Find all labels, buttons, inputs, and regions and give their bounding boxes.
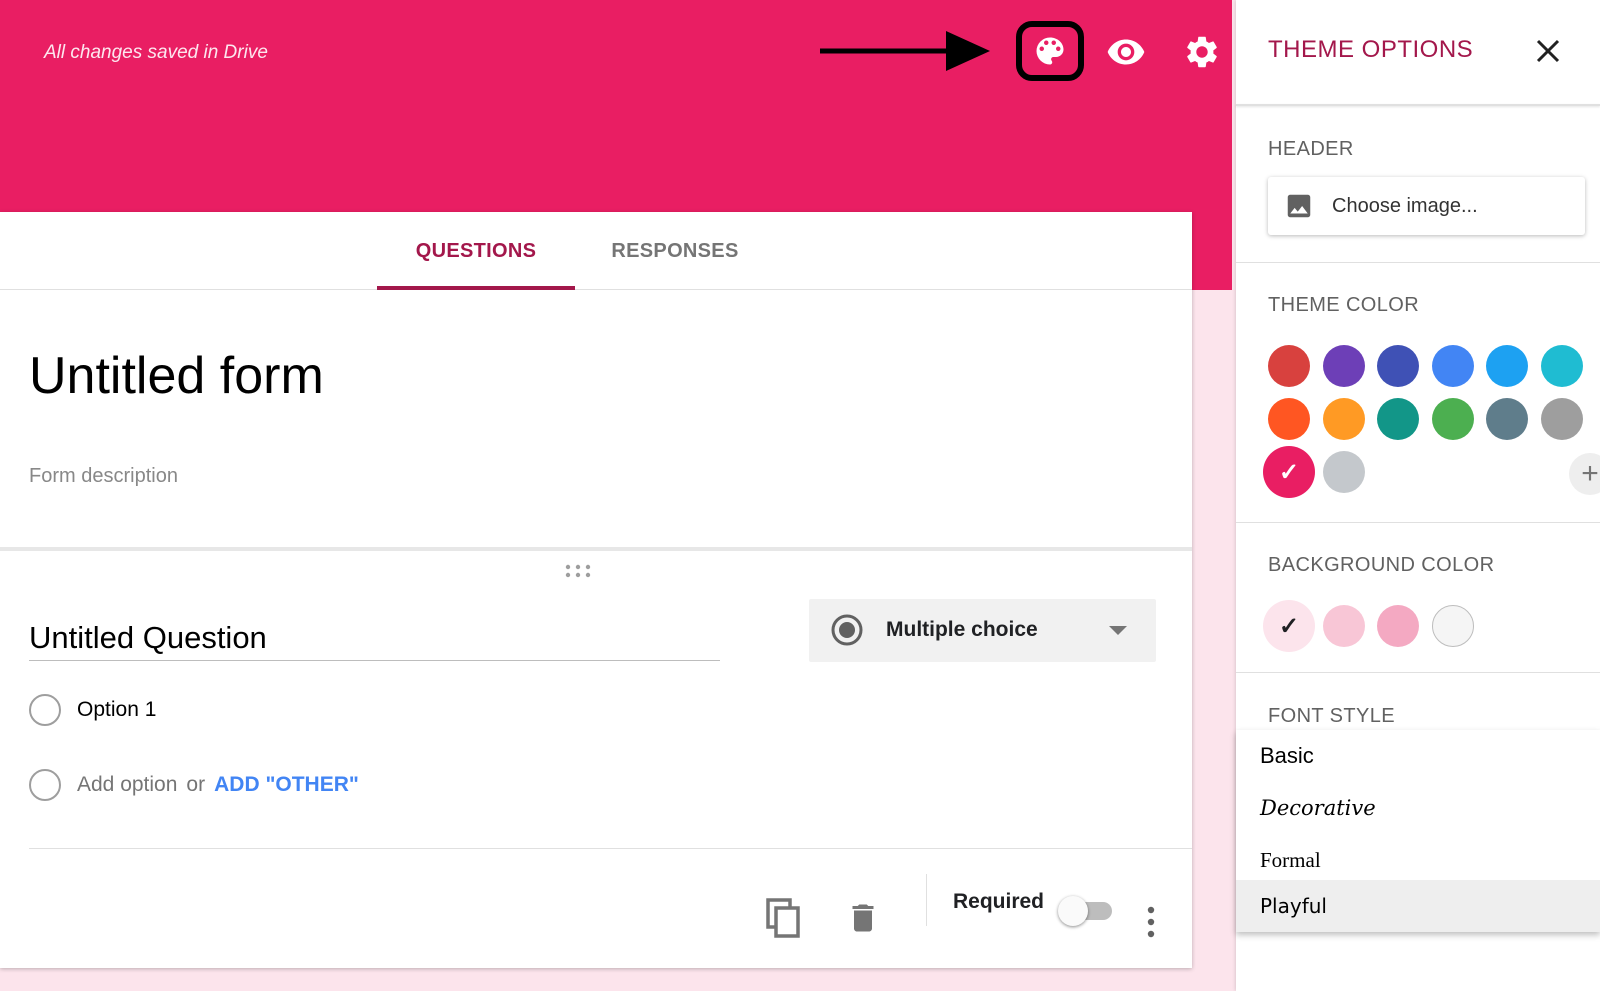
- add-option-row: Add option or ADD "OTHER": [77, 773, 359, 797]
- theme-color-swatch[interactable]: [1431, 345, 1474, 387]
- theme-color-label: THEME COLOR: [1268, 294, 1420, 316]
- or-text: or: [186, 773, 206, 796]
- font-option-playful[interactable]: Playful: [1236, 880, 1600, 932]
- theme-color-swatch[interactable]: [1268, 345, 1310, 387]
- theme-color-swatch[interactable]: [1541, 345, 1583, 387]
- font-option-formal[interactable]: Formal: [1236, 834, 1600, 886]
- background-color-label: BACKGROUND COLOR: [1268, 554, 1495, 576]
- font-style-list: Basic Decorative Formal Playful: [1236, 730, 1600, 932]
- tab-questions[interactable]: QUESTIONS: [377, 212, 575, 290]
- add-option-radio: [29, 769, 61, 801]
- theme-options-panel: THEME OPTIONS HEADER Choose image... THE…: [1236, 0, 1600, 991]
- background-color-swatch[interactable]: ✓: [1263, 600, 1315, 652]
- add-other-link[interactable]: ADD "OTHER": [214, 773, 359, 796]
- form-card: QUESTIONS RESPONSES Untitled form Form d…: [0, 212, 1192, 968]
- tab-responses-label: RESPONSES: [611, 239, 739, 262]
- palette-icon: [1036, 37, 1064, 65]
- font-style-label: FONT STYLE: [1268, 705, 1395, 727]
- footer-vertical-divider: [926, 874, 927, 926]
- question-footer-divider: [29, 848, 1192, 849]
- theme-color-swatch[interactable]: [1431, 398, 1474, 440]
- tab-responses[interactable]: RESPONSES: [590, 212, 760, 290]
- choose-image-label: Choose image...: [1332, 195, 1478, 217]
- add-custom-color-button[interactable]: +: [1569, 453, 1600, 495]
- chevron-down-icon: [1109, 626, 1127, 635]
- toggle-thumb: [1058, 896, 1088, 926]
- annotation-arrow-icon: [820, 31, 990, 71]
- panel-divider: [1236, 672, 1600, 673]
- close-icon[interactable]: [1533, 36, 1563, 66]
- theme-color-swatch[interactable]: [1377, 398, 1420, 440]
- drag-handle-icon[interactable]: [565, 564, 591, 578]
- question-type-dropdown[interactable]: Multiple choice: [809, 599, 1156, 662]
- theme-color-swatch[interactable]: [1322, 398, 1365, 440]
- question-type-label: Multiple choice: [886, 618, 1038, 641]
- trash-icon[interactable]: [845, 900, 881, 936]
- font-option-decorative[interactable]: Decorative: [1236, 782, 1600, 834]
- question-title-underline: [29, 660, 720, 661]
- panel-title: THEME OPTIONS: [1268, 36, 1474, 63]
- panel-divider: [1236, 522, 1600, 523]
- duplicate-icon[interactable]: [766, 898, 802, 938]
- palette-button[interactable]: [1016, 21, 1084, 81]
- more-vert-icon[interactable]: [1143, 902, 1159, 942]
- add-option-link[interactable]: Add option: [77, 773, 177, 796]
- settings-button[interactable]: [1178, 28, 1226, 76]
- theme-color-swatch[interactable]: [1486, 398, 1529, 440]
- section-divider: [0, 547, 1192, 551]
- theme-color-swatch[interactable]: [1322, 345, 1365, 387]
- panel-header-divider: [1236, 104, 1600, 106]
- check-icon: ✓: [1278, 458, 1300, 486]
- eye-icon: [1107, 39, 1145, 65]
- theme-color-swatch[interactable]: [1486, 345, 1529, 387]
- preview-button[interactable]: [1102, 28, 1150, 76]
- header-section-label: HEADER: [1268, 138, 1354, 160]
- theme-color-swatch[interactable]: [1377, 345, 1420, 387]
- save-status: All changes saved in Drive: [44, 42, 268, 63]
- theme-color-swatch[interactable]: [1541, 398, 1583, 440]
- required-toggle[interactable]: [1058, 892, 1116, 928]
- panel-divider: [1236, 262, 1600, 263]
- option-radio: [29, 694, 61, 726]
- theme-color-swatch[interactable]: [1268, 398, 1310, 440]
- gear-icon: [1187, 36, 1217, 68]
- tab-bar: QUESTIONS RESPONSES: [0, 212, 1192, 290]
- question-title-input[interactable]: Untitled Question: [29, 620, 267, 656]
- font-option-basic[interactable]: Basic: [1236, 730, 1600, 782]
- background-color-swatch[interactable]: [1431, 605, 1474, 647]
- active-tab-indicator: [377, 286, 575, 290]
- option-1-input[interactable]: Option 1: [77, 698, 156, 722]
- choose-image-button[interactable]: Choose image...: [1268, 177, 1585, 235]
- check-icon: ✓: [1278, 612, 1300, 640]
- required-label: Required: [953, 890, 1045, 913]
- form-title-input[interactable]: Untitled form: [29, 346, 324, 406]
- theme-color-swatch[interactable]: [1322, 451, 1365, 493]
- tab-questions-label: QUESTIONS: [415, 239, 537, 262]
- theme-color-swatch[interactable]: ✓: [1263, 446, 1315, 498]
- background-color-swatch[interactable]: [1322, 605, 1365, 647]
- image-icon: [1287, 194, 1311, 218]
- plus-icon: +: [1581, 457, 1599, 490]
- radio-checked-icon: [831, 614, 863, 646]
- form-description-input[interactable]: Form description: [29, 465, 178, 488]
- background-color-swatch[interactable]: [1377, 605, 1420, 647]
